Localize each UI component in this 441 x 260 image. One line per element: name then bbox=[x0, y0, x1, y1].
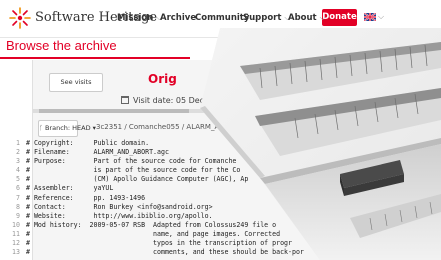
code-text: # Website: http://www.ibiblio.org/apollo… bbox=[26, 211, 213, 220]
horizontal-scrollbar-thumb[interactable] bbox=[39, 109, 189, 113]
code-text: # Reference: pp. 1493-1496 bbox=[26, 193, 146, 202]
line-number: 5 bbox=[16, 175, 20, 184]
line-number: 1 bbox=[16, 139, 20, 147]
language-chevron-icon[interactable]: ⌵ bbox=[378, 12, 384, 22]
line-number: 4 bbox=[16, 166, 20, 175]
title-underline bbox=[0, 57, 190, 59]
nav-support[interactable]: Support ⌵ bbox=[243, 13, 290, 23]
calendar-icon bbox=[121, 96, 130, 104]
nav-mission[interactable]: Mission ⌵ bbox=[117, 13, 162, 23]
visit-date: Visit date: 05 Dece bbox=[121, 96, 209, 105]
nav-community-label: Community bbox=[195, 13, 250, 23]
line-number: 13 bbox=[12, 248, 20, 257]
line-number: 6 bbox=[16, 184, 20, 193]
branch-label: Branch: HEAD bbox=[44, 124, 91, 132]
chevron-down-icon: ⌵ bbox=[319, 13, 326, 22]
library-architecture-photo bbox=[200, 28, 441, 260]
line-number: 9 bbox=[16, 211, 20, 220]
software-heritage-logo-icon[interactable] bbox=[8, 6, 32, 30]
line-number: 2 bbox=[16, 148, 20, 157]
code-text: # Filename: ALARM_AND_ABORT.agc bbox=[26, 148, 169, 157]
nav-about[interactable]: About ⌵ bbox=[288, 13, 326, 23]
nav-about-label: About bbox=[288, 13, 317, 23]
branch-selector[interactable]: ᚴ Branch: HEAD ▾ bbox=[38, 120, 96, 137]
page-title: Browse the archive bbox=[6, 38, 117, 53]
nav-support-label: Support bbox=[243, 13, 282, 23]
donate-button[interactable]: Donate bbox=[322, 9, 357, 26]
code-text: # Contact: Ron Burkey <info@sandroid.org… bbox=[26, 202, 213, 211]
line-number: 8 bbox=[16, 202, 20, 211]
code-text: # Assembler: yaYUL bbox=[26, 184, 114, 193]
uk-flag-icon[interactable] bbox=[364, 13, 376, 21]
nav-mission-label: Mission bbox=[117, 13, 154, 23]
line-number: 11 bbox=[12, 229, 20, 238]
line-number: 7 bbox=[16, 193, 20, 202]
see-visits-button[interactable]: See visits bbox=[49, 73, 103, 92]
origin-heading: Orig bbox=[148, 72, 177, 86]
code-text: # Copyright: Public domain. bbox=[26, 139, 150, 147]
line-number: 12 bbox=[12, 239, 20, 248]
line-number: 10 bbox=[12, 220, 20, 229]
nav-archive-label: Archive bbox=[160, 13, 197, 23]
line-number: 3 bbox=[16, 157, 20, 166]
visit-date-text: Visit date: 05 Dece bbox=[133, 96, 209, 105]
nav-archive[interactable]: Archive bbox=[160, 13, 196, 23]
